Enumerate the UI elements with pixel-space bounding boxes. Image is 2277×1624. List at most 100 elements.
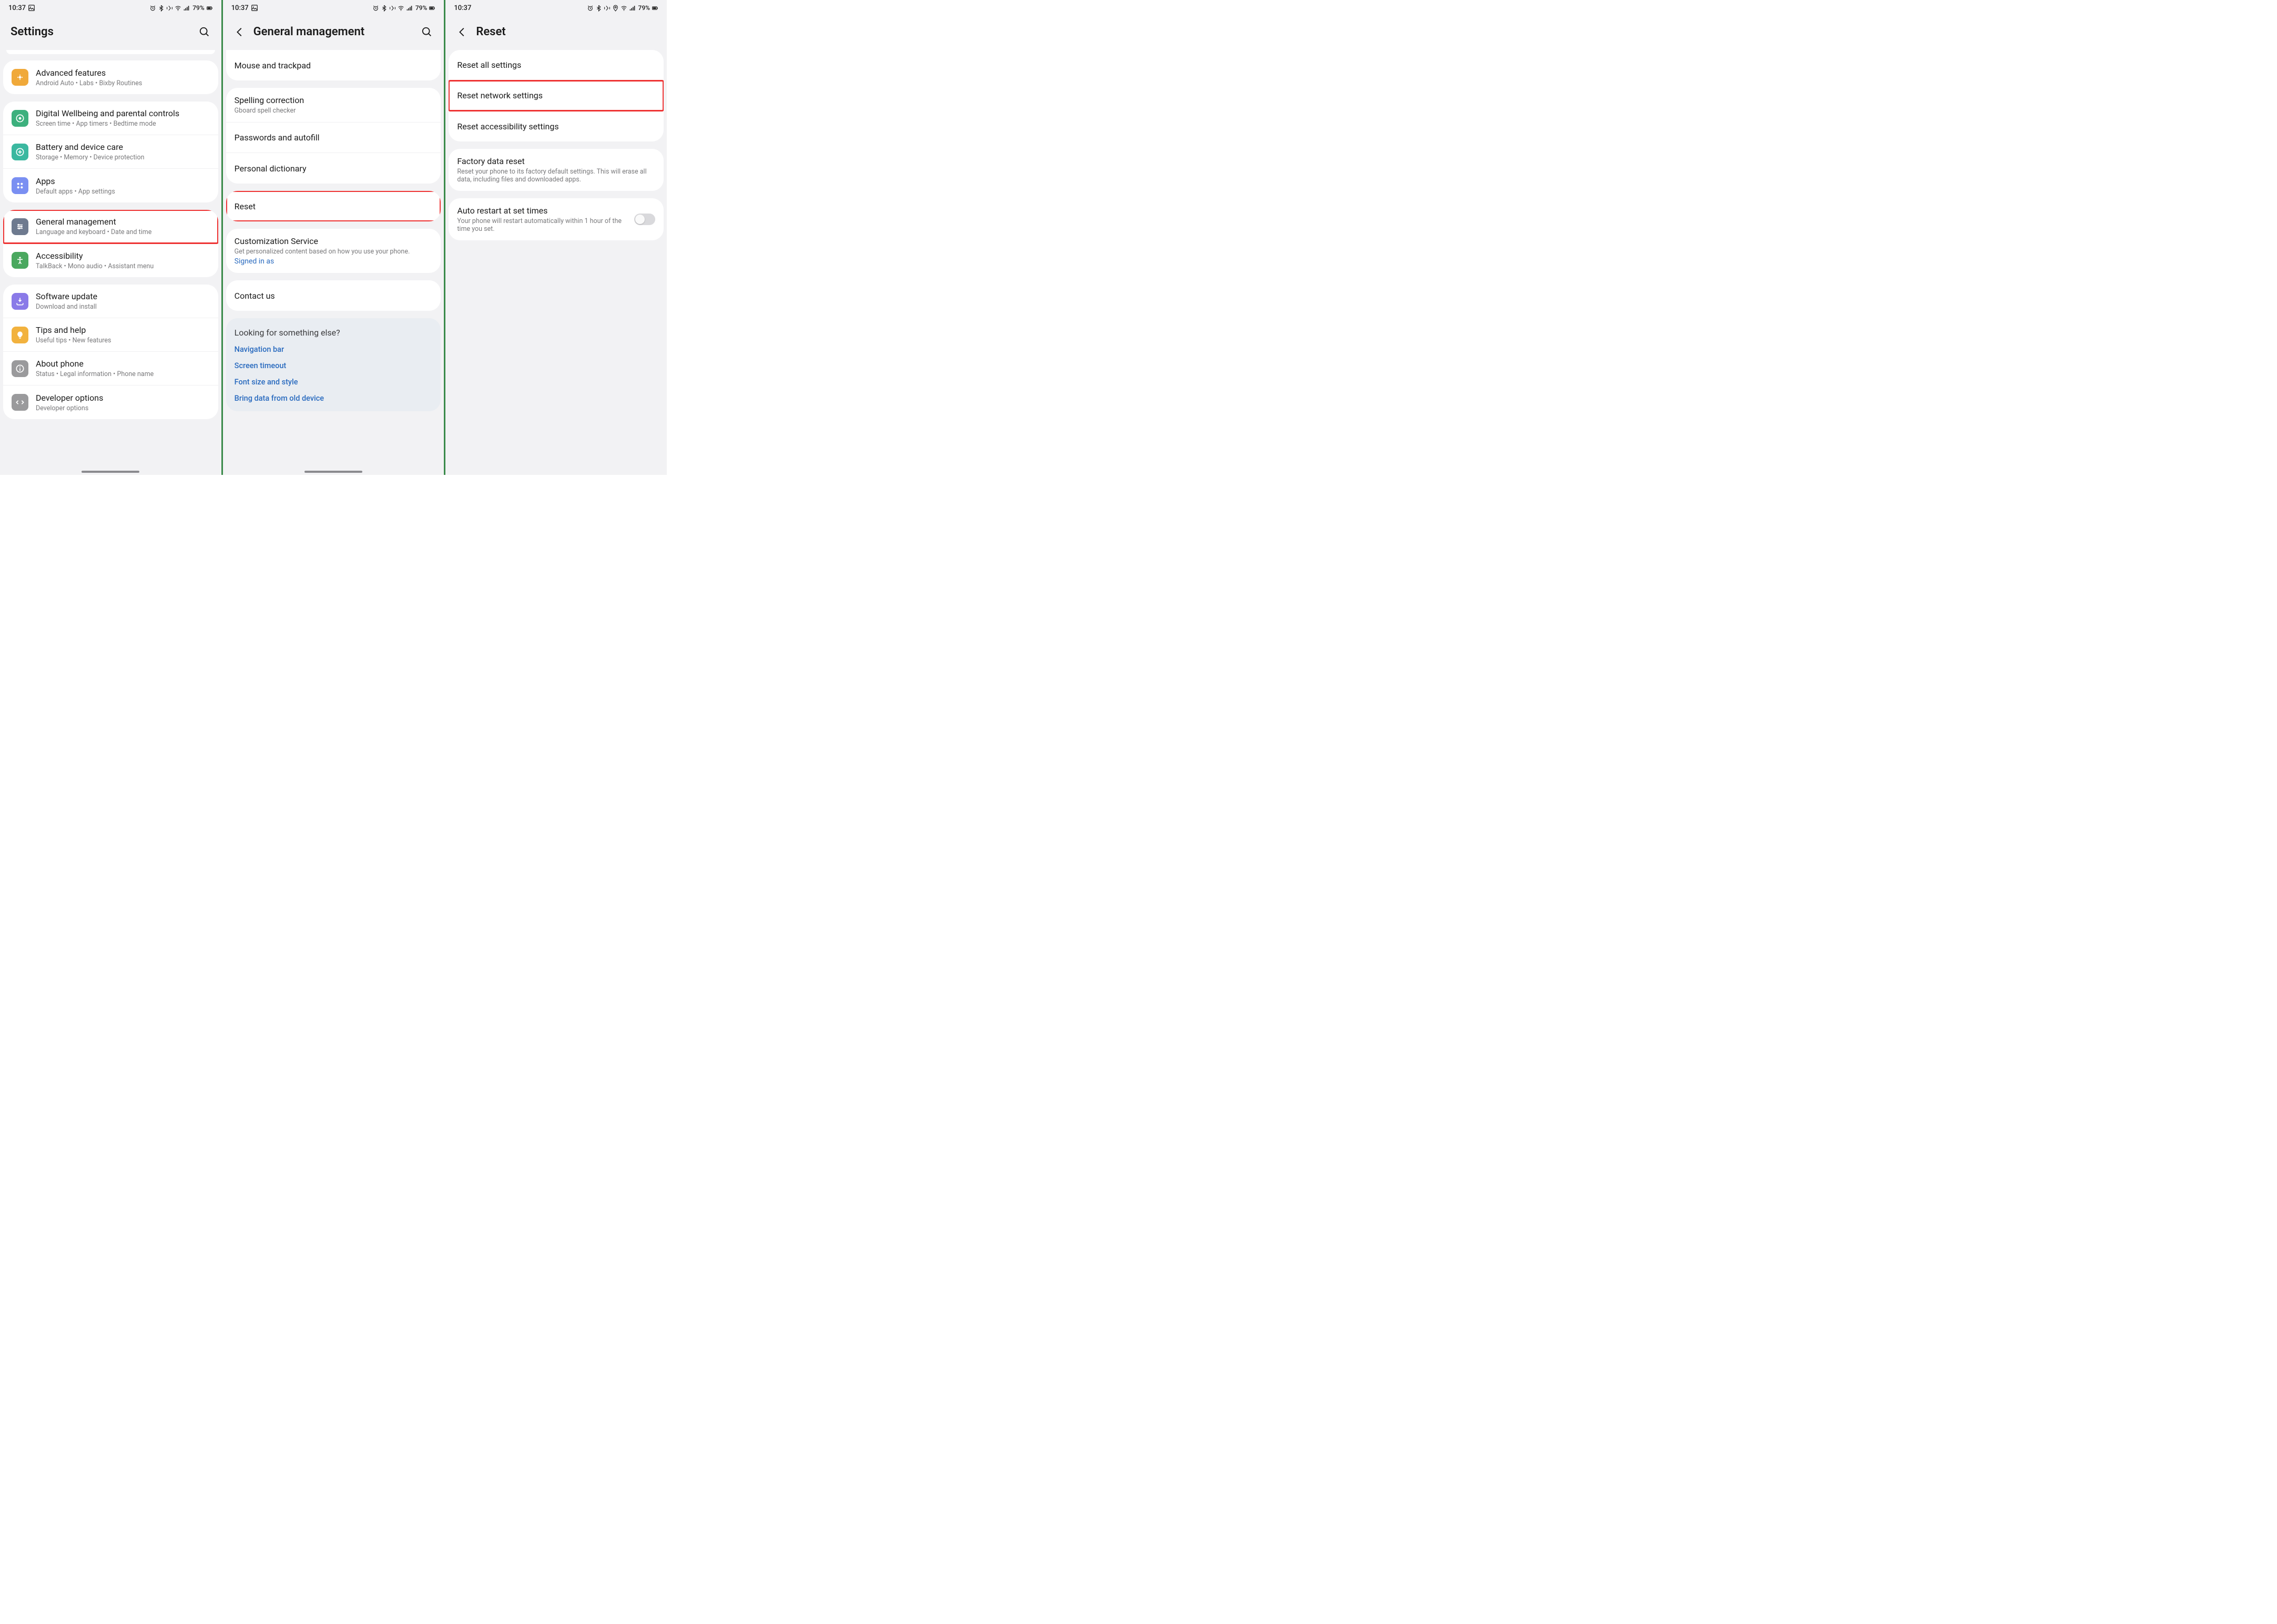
page-title: Reset xyxy=(476,25,656,38)
gm-card: Spelling correctionGboard spell checkerP… xyxy=(226,88,441,184)
vibrate-icon xyxy=(604,5,611,12)
status-time: 10:37 xyxy=(454,4,471,12)
settings-row-accessibility[interactable]: AccessibilityTalkBack • Mono audio • Ass… xyxy=(3,243,218,277)
settings-row-advanced-features[interactable]: Advanced featuresAndroid Auto • Labs • B… xyxy=(3,60,218,94)
row-title: Accessibility xyxy=(36,251,210,261)
settings-row-digital-wellbeing-and-parental-controls[interactable]: Digital Wellbeing and parental controlsS… xyxy=(3,102,218,135)
status-bar: 10:37 79% xyxy=(0,0,221,16)
gm-row-mouse-and-trackpad[interactable]: Mouse and trackpad xyxy=(226,50,441,80)
gm-row-contact-us[interactable]: Contact us xyxy=(226,280,441,311)
dev-icon xyxy=(12,394,28,411)
gm-card: Mouse and trackpad xyxy=(226,50,441,80)
row-title: Personal dictionary xyxy=(235,164,433,174)
status-battery: 79% xyxy=(415,4,427,12)
row-title: Customization Service xyxy=(235,236,433,246)
reset-row-reset-all-settings[interactable]: Reset all settings xyxy=(449,50,664,80)
status-bar: 10:37 79% xyxy=(223,0,444,16)
page-title: General management xyxy=(253,25,414,38)
accessibility-icon xyxy=(12,252,28,269)
reset-card: Factory data reset Reset your phone to it… xyxy=(449,149,664,191)
back-button[interactable] xyxy=(233,26,246,38)
search-icon xyxy=(421,26,433,38)
nav-handle[interactable] xyxy=(82,471,139,473)
settings-card: Digital Wellbeing and parental controls S… xyxy=(3,102,218,202)
bluetooth-icon xyxy=(158,5,165,12)
row-subtitle: Get personalized content based on how yo… xyxy=(235,248,433,256)
row-title: Tips and help xyxy=(36,325,210,335)
settings-row-software-update[interactable]: Software updateDownload and install xyxy=(3,285,218,318)
gm-card: Customization Service Get personalized co… xyxy=(226,229,441,273)
settings-row-about-phone[interactable]: About phoneStatus • Legal information • … xyxy=(3,352,218,385)
settings-header: Settings xyxy=(0,16,221,50)
settings-row-developer-options[interactable]: Developer optionsDeveloper options xyxy=(3,385,218,419)
suggestion-link-font-size-and-style[interactable]: Font size and style xyxy=(235,378,433,387)
screen-settings: 10:37 79% Settings Advanced featuresAndr… xyxy=(0,0,223,475)
row-subtitle: Status • Legal information • Phone name xyxy=(36,370,210,378)
wifi-icon xyxy=(398,5,404,12)
alarm-icon xyxy=(149,5,156,12)
alarm-icon xyxy=(372,5,379,12)
settings-row-battery-and-device-care[interactable]: Battery and device careStorage • Memory … xyxy=(3,135,218,169)
row-title: Digital Wellbeing and parental controls xyxy=(36,108,210,118)
card-edge xyxy=(6,50,215,54)
search-button[interactable] xyxy=(198,26,211,38)
row-title: Reset all settings xyxy=(457,60,655,70)
back-button[interactable] xyxy=(456,26,469,38)
battery-icon xyxy=(206,5,213,12)
row-subtitle: Reset your phone to its factory default … xyxy=(457,168,655,184)
gm-row-spelling-correction[interactable]: Spelling correctionGboard spell checker xyxy=(226,88,441,123)
gm-row-personal-dictionary[interactable]: Personal dictionary xyxy=(226,153,441,184)
row-subtitle: Download and install xyxy=(36,303,210,311)
battery-icon xyxy=(652,5,658,12)
settings-row-apps[interactable]: Apps Default apps • App settings xyxy=(3,169,218,202)
settings-row-general-management[interactable]: General managementLanguage and keyboard … xyxy=(3,210,218,243)
row-title: Developer options xyxy=(36,393,210,403)
vibrate-icon xyxy=(389,5,396,12)
status-time: 10:37 xyxy=(231,4,249,12)
row-subtitle: Gboard spell checker xyxy=(235,107,433,115)
row-title: Apps xyxy=(36,176,210,186)
signal-icon xyxy=(183,5,190,12)
suggestion-link-bring-data-from-old-device[interactable]: Bring data from old device xyxy=(235,394,433,403)
gm-row-passwords-and-autofill[interactable]: Passwords and autofill xyxy=(226,123,441,153)
row-title: Reset network settings xyxy=(457,90,655,100)
reset-row-reset-network-settings[interactable]: Reset network settings xyxy=(449,80,664,111)
row-subtitle: Default apps • App settings xyxy=(36,188,210,196)
search-icon xyxy=(199,26,210,38)
page-title: Settings xyxy=(11,25,191,38)
nav-handle[interactable] xyxy=(304,471,362,473)
suggestions-header: Looking for something else? xyxy=(235,328,433,338)
reset-row-factory-data-reset[interactable]: Factory data reset Reset your phone to it… xyxy=(449,149,664,191)
row-subtitle: Your phone will restart automatically wi… xyxy=(457,217,627,233)
row-subtitle: Language and keyboard • Date and time xyxy=(36,228,210,236)
location-icon xyxy=(612,5,619,12)
sliders-icon xyxy=(12,218,28,235)
settings-list: Advanced featuresAndroid Auto • Labs • B… xyxy=(0,50,221,475)
toggle-switch[interactable] xyxy=(634,214,655,225)
battery-icon xyxy=(12,144,28,160)
suggestion-link-screen-timeout[interactable]: Screen timeout xyxy=(235,361,433,370)
row-subtitle: Storage • Memory • Device protection xyxy=(36,154,210,161)
settings-row-tips-and-help[interactable]: Tips and helpUseful tips • New features xyxy=(3,318,218,352)
row-title: Factory data reset xyxy=(457,156,655,166)
reset-list: Reset all settings Reset network settings… xyxy=(445,50,667,475)
reset-row-reset-accessibility-settings[interactable]: Reset accessibility settings xyxy=(449,111,664,141)
suggestion-link-navigation-bar[interactable]: Navigation bar xyxy=(235,345,433,354)
status-time: 10:37 xyxy=(8,4,26,12)
bluetooth-icon xyxy=(381,5,388,12)
row-title: General management xyxy=(36,217,210,227)
info-icon xyxy=(12,360,28,377)
gm-row-reset[interactable]: Reset xyxy=(226,191,441,221)
gm-card: Contact us xyxy=(226,280,441,311)
suggestions-card: Looking for something else? Navigation ba… xyxy=(226,318,441,411)
reset-card: Auto restart at set timesYour phone will… xyxy=(449,198,664,240)
bulb-icon xyxy=(12,327,28,343)
status-bar: 10:37 79% xyxy=(445,0,667,16)
search-button[interactable] xyxy=(421,26,433,38)
row-link[interactable]: Signed in as xyxy=(235,257,433,266)
reset-card: Reset all settings Reset network settings… xyxy=(449,50,664,141)
reset-row-auto-restart-at-set-times[interactable]: Auto restart at set timesYour phone will… xyxy=(449,198,664,240)
gm-row-customization-service[interactable]: Customization Service Get personalized co… xyxy=(226,229,441,273)
chevron-left-icon xyxy=(234,26,246,38)
row-subtitle: TalkBack • Mono audio • Assistant menu xyxy=(36,262,210,270)
